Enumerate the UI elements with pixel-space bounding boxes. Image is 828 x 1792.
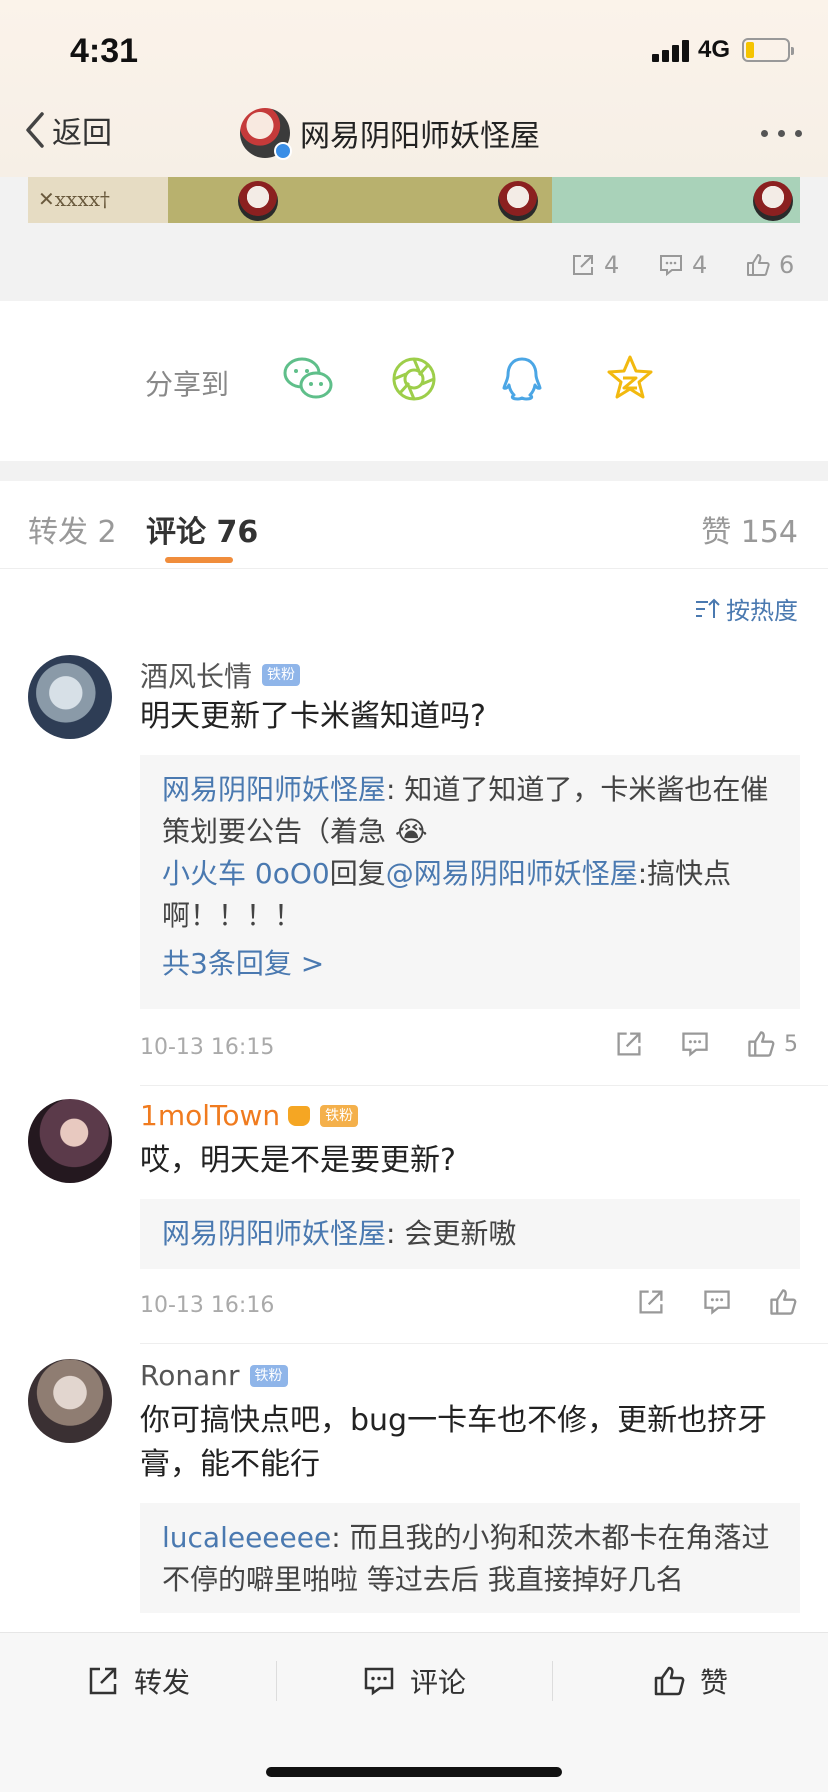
comment-author[interactable]: 酒风长情 铁粉 <box>140 655 301 695</box>
reply-item: 网易阴阳师妖怪屋: 会更新嗷 <box>162 1213 778 1255</box>
tabs-bar: 转发 2 评论 76 赞 154 <box>0 481 828 569</box>
comment-time: 10-13 16:15 <box>140 1035 275 1060</box>
like-count: 5 <box>784 1031 798 1057</box>
more-options-button[interactable] <box>761 130 802 137</box>
comment-icon[interactable] <box>702 1287 732 1317</box>
comment-text: 明天更新了卡米酱知道吗? <box>140 699 486 734</box>
divider <box>552 1661 553 1701</box>
post-comment-count[interactable]: 4 <box>658 251 707 279</box>
battery-icon <box>742 38 794 62</box>
fan-badge: 铁粉 <box>320 1104 359 1127</box>
nav-bar: 返回 网易阴阳师妖怪屋 <box>0 100 828 164</box>
divider <box>276 1661 277 1701</box>
comment-text: 你可搞快点吧，bug一卡车也不修，更新也挤牙膏，能不能行 <box>140 1403 768 1482</box>
share-label: 分享到 <box>145 368 230 401</box>
repost-icon[interactable] <box>636 1287 666 1317</box>
like-button[interactable]: 5 <box>746 1029 798 1059</box>
post-image-strip[interactable]: ✕xxxx† <box>28 177 800 223</box>
repost-icon[interactable] <box>614 1029 644 1059</box>
avatar[interactable] <box>28 1359 112 1443</box>
post-repost-count[interactable]: 4 <box>570 251 619 279</box>
chevron-left-icon <box>26 112 44 148</box>
comment-author[interactable]: Ronanr 铁粉 <box>140 1359 288 1392</box>
avatar[interactable] <box>28 1099 112 1183</box>
comment-icon <box>364 1667 394 1696</box>
reply-item: 网易阴阳师妖怪屋: 知道了知道了，卡米酱也在催策划要公告（着急 😭 <box>162 769 778 853</box>
fan-badge: 铁粉 <box>249 1364 288 1387</box>
reply-item: 小火车 0oO0回复@网易阴阳师妖怪屋:搞快点啊！！！！ <box>162 853 778 937</box>
share-panel: 分享到 <box>0 301 828 461</box>
image-character <box>498 181 538 221</box>
tab-comment[interactable]: 评论 76 <box>146 507 258 551</box>
top-bar: 4:31 4G 返回 网易阴阳师妖怪屋 <box>0 0 828 177</box>
comment-icon <box>660 255 682 277</box>
qzone-icon[interactable] <box>602 351 658 407</box>
image-character <box>753 181 793 221</box>
account-title[interactable]: 网易阴阳师妖怪屋 <box>240 108 540 160</box>
reply-text: : 会更新嗷 <box>386 1217 517 1250</box>
tab-like[interactable]: 赞 154 <box>701 507 798 551</box>
comment-author[interactable]: 1molTown 铁粉 <box>140 1099 359 1132</box>
account-avatar <box>240 108 292 160</box>
status-time: 4:31 <box>70 32 139 70</box>
post-stats-bar: 4 4 6 <box>0 223 828 301</box>
reply-item: lucaleeeeee: 而且我的小狗和茨木都卡在角落过不停的噼里啪啦 等过去后… <box>162 1517 778 1601</box>
thumb-up-icon <box>654 1666 685 1696</box>
reply-box[interactable]: 网易阴阳师妖怪屋: 知道了知道了，卡米酱也在催策划要公告（着急 😭 小火车 0o… <box>140 755 800 1009</box>
comment-icon[interactable] <box>680 1029 710 1059</box>
home-indicator <box>266 1767 562 1777</box>
thumb-up-icon[interactable] <box>768 1287 798 1317</box>
fan-badge: 铁粉 <box>262 664 301 686</box>
active-tab-indicator <box>165 557 233 563</box>
image-character <box>238 181 278 221</box>
reply-box[interactable]: lucaleeeeee: 而且我的小狗和茨木都卡在角落过不停的噼里啪啦 等过去后… <box>140 1503 800 1613</box>
sort-icon <box>696 598 720 618</box>
account-name: 网易阴阳师妖怪屋 <box>300 119 540 154</box>
reply-box[interactable]: 网易阴阳师妖怪屋: 会更新嗷 <box>140 1199 800 1269</box>
wechat-icon[interactable] <box>280 351 336 407</box>
signal-icon <box>652 40 694 62</box>
reply-author[interactable]: lucaleeeeee <box>162 1521 331 1554</box>
like-button[interactable]: 赞 <box>652 1661 728 1701</box>
divider <box>140 1085 828 1086</box>
repost-button[interactable]: 转发 <box>86 1661 190 1701</box>
post-like-count[interactable]: 6 <box>745 251 794 279</box>
comment-button[interactable]: 评论 <box>362 1661 466 1701</box>
reply-author[interactable]: 小火车 0oO0 <box>162 857 330 890</box>
repost-icon <box>89 1667 117 1695</box>
crown-icon <box>288 1105 311 1126</box>
image-decoration: ✕xxxx† <box>38 187 110 211</box>
back-label: 返回 <box>52 116 112 151</box>
sort-button[interactable]: 按热度 <box>694 591 798 626</box>
comment-text: 哎，明天是不是要更新? <box>140 1143 456 1178</box>
reply-author[interactable]: 网易阴阳师妖怪屋 <box>162 773 386 806</box>
comment-time: 10-13 16:16 <box>140 1293 275 1318</box>
moments-icon[interactable] <box>386 351 442 407</box>
more-replies-link[interactable]: 共3条回复 > <box>162 943 778 985</box>
thumb-up-icon <box>748 1031 775 1057</box>
reply-mention[interactable]: @网易阴阳师妖怪屋 <box>386 857 638 890</box>
tab-repost[interactable]: 转发 2 <box>28 507 117 551</box>
reply-connector: 回复 <box>329 857 386 890</box>
avatar[interactable] <box>28 655 112 739</box>
bottom-action-bar: 转发 评论 赞 <box>0 1632 828 1792</box>
comment-actions: 5 <box>614 1029 798 1059</box>
divider <box>140 1343 828 1344</box>
network-label: 4G <box>698 36 731 63</box>
comment-actions <box>636 1287 798 1317</box>
reply-author[interactable]: 网易阴阳师妖怪屋 <box>162 1217 386 1250</box>
back-button[interactable]: 返回 <box>22 108 112 152</box>
status-bar: 4:31 4G <box>0 30 828 70</box>
verified-icon <box>274 142 292 160</box>
qq-icon[interactable] <box>494 351 550 407</box>
thumb-up-icon <box>747 254 770 276</box>
comments-list: 按热度 酒风长情 铁粉 明天更新了卡米酱知道吗? 网易阴阳师妖怪屋: 知道了知道… <box>0 569 828 1632</box>
repost-icon <box>573 255 593 275</box>
